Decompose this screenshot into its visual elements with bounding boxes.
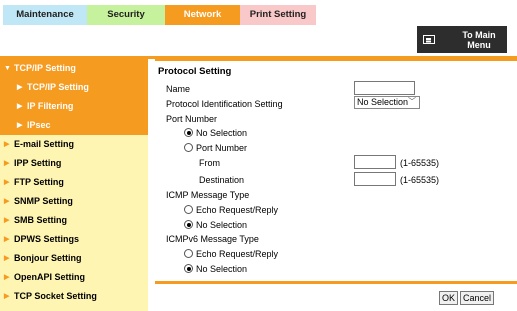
triangle-right-icon: ▶ — [4, 255, 10, 262]
icmpv6-echo-label: Echo Request/Reply — [196, 249, 279, 259]
icmp-no-selection-radio[interactable] — [184, 220, 193, 229]
sidebar-subitem-tcpip-setting[interactable]: ▶ TCP/IP Setting — [0, 78, 148, 97]
icmp-label: ICMP Message Type — [166, 190, 250, 200]
from-label: From — [199, 158, 220, 168]
port-no-selection-radio[interactable] — [184, 128, 193, 137]
sidebar-item-snmp-setting[interactable]: ▶ SNMP Setting — [0, 192, 148, 211]
sidebar-item-label: TCP Socket Setting — [14, 291, 97, 301]
sidebar-item-label: IPP Setting — [14, 158, 62, 168]
to-main-line2: Menu — [467, 40, 491, 50]
protocol-id-select[interactable]: No Selection ﹀ — [354, 96, 420, 109]
page-title: Protocol Setting — [158, 66, 232, 77]
from-field[interactable] — [354, 155, 396, 169]
sidebar-item-label: TCP/IP Setting — [14, 63, 76, 73]
sidebar-item-ftp-setting[interactable]: ▶ FTP Setting — [0, 173, 148, 192]
port-number-label: Port Number — [166, 114, 218, 124]
sidebar-subitem-ipsec[interactable]: ▶ IPsec — [0, 116, 148, 135]
triangle-right-icon: ▶ — [17, 84, 23, 91]
sidebar-item-openapi-setting[interactable]: ▶ OpenAPI Setting — [0, 268, 148, 287]
port-no-selection-label: No Selection — [196, 128, 248, 138]
tab-maintenance[interactable]: Maintenance — [3, 5, 87, 25]
destination-label: Destination — [199, 175, 245, 185]
sidebar-item-ipp-setting[interactable]: ▶ IPP Setting — [0, 154, 148, 173]
name-label: Name — [166, 84, 191, 94]
destination-field[interactable] — [354, 172, 396, 186]
sidebar-item-label: DPWS Settings — [14, 234, 80, 244]
name-field[interactable] — [354, 81, 415, 95]
sidebar-item-tcp-socket-setting[interactable]: ▶ TCP Socket Setting — [0, 287, 148, 306]
ok-button[interactable]: OK — [439, 291, 458, 305]
sidebar-item-smb-setting[interactable]: ▶ SMB Setting — [0, 211, 148, 230]
sidebar-item-label: IPsec — [27, 120, 51, 130]
triangle-right-icon: ▶ — [17, 122, 23, 129]
triangle-right-icon: ▶ — [4, 274, 10, 281]
sidebar-subitem-ip-filtering[interactable]: ▶ IP Filtering — [0, 97, 148, 116]
sidebar-item-label: IP Filtering — [27, 101, 74, 111]
to-main-menu-button[interactable]: To Main Menu — [417, 26, 507, 53]
icmp-echo-radio[interactable] — [184, 205, 193, 214]
protocol-id-value: No Selection — [357, 97, 409, 107]
content-bottom-divider — [155, 281, 517, 284]
sidebar-item-label: SMB Setting — [14, 215, 67, 225]
tab-security[interactable]: Security — [87, 5, 165, 25]
icmpv6-label: ICMPv6 Message Type — [166, 234, 259, 244]
content-top-divider — [155, 59, 517, 61]
tab-print-setting[interactable]: Print Setting — [240, 5, 316, 25]
sidebar-item-dpws-settings[interactable]: ▶ DPWS Settings — [0, 230, 148, 249]
triangle-right-icon: ▶ — [4, 236, 10, 243]
triangle-down-icon: ▼ — [4, 65, 11, 72]
triangle-right-icon: ▶ — [4, 293, 10, 300]
icmp-no-selection-label: No Selection — [196, 220, 248, 230]
sidebar-item-label: E-mail Setting — [14, 139, 75, 149]
triangle-right-icon: ▶ — [17, 103, 23, 110]
icmp-echo-label: Echo Request/Reply — [196, 205, 279, 215]
sidebar-item-bonjour-setting[interactable]: ▶ Bonjour Setting — [0, 249, 148, 268]
chevron-down-icon: ﹀ — [408, 97, 416, 106]
sidebar-item-label: Bonjour Setting — [14, 253, 82, 263]
triangle-right-icon: ▶ — [4, 179, 10, 186]
menu-icon — [423, 35, 435, 44]
port-number-option-label: Port Number — [196, 143, 248, 153]
triangle-right-icon: ▶ — [4, 160, 10, 167]
icmpv6-echo-radio[interactable] — [184, 249, 193, 258]
sidebar-item-email-setting[interactable]: ▶ E-mail Setting — [0, 135, 148, 154]
sidebar-item-label: TCP/IP Setting — [27, 82, 89, 92]
triangle-right-icon: ▶ — [4, 198, 10, 205]
tab-network[interactable]: Network — [165, 5, 240, 25]
sidebar-item-tcpip-setting[interactable]: ▼ TCP/IP Setting — [0, 59, 148, 78]
sidebar-item-label: SNMP Setting — [14, 196, 73, 206]
port-number-radio[interactable] — [184, 143, 193, 152]
triangle-right-icon: ▶ — [4, 141, 10, 148]
icmpv6-no-selection-label: No Selection — [196, 264, 248, 274]
destination-range: (1-65535) — [400, 175, 440, 185]
to-main-line1: To Main — [462, 30, 496, 40]
from-range: (1-65535) — [400, 158, 440, 168]
triangle-right-icon: ▶ — [4, 217, 10, 224]
icmpv6-no-selection-radio[interactable] — [184, 264, 193, 273]
to-main-menu-label: To Main Menu — [453, 30, 505, 50]
protocol-id-label: Protocol Identification Setting — [166, 99, 283, 109]
sidebar-item-label: FTP Setting — [14, 177, 64, 187]
sidebar-item-label: OpenAPI Setting — [14, 272, 86, 282]
cancel-button[interactable]: Cancel — [460, 291, 494, 305]
